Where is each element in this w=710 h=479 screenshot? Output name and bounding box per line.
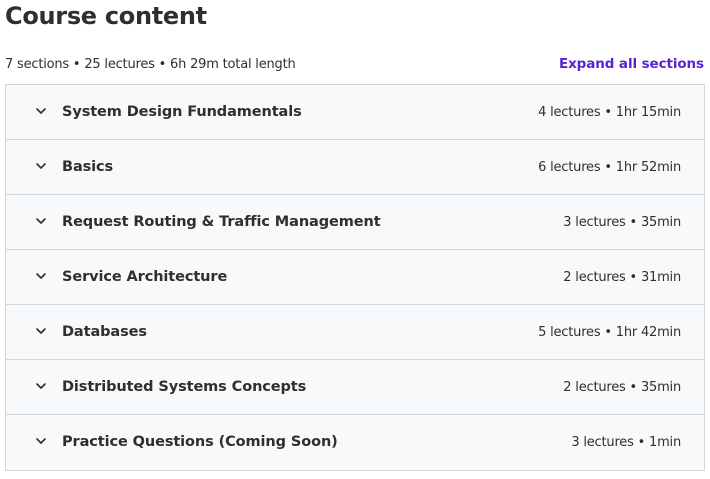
chevron-down-icon [35, 105, 47, 117]
section-title: Service Architecture [62, 269, 228, 285]
chevron-down-icon [35, 160, 47, 172]
chevron-down-icon [35, 435, 47, 447]
section-title: Distributed Systems Concepts [62, 379, 307, 395]
chevron-down-icon [35, 215, 47, 227]
section-meta: 3 lectures • 35min [563, 215, 681, 230]
section-system-design-fundamentals[interactable]: System Design Fundamentals 4 lectures • … [6, 85, 704, 140]
section-meta: 3 lectures • 1min [571, 435, 681, 450]
section-service-architecture[interactable]: Service Architecture 2 lectures • 31min [6, 250, 704, 305]
section-title: System Design Fundamentals [62, 104, 302, 120]
sections-accordion: System Design Fundamentals 4 lectures • … [5, 84, 705, 471]
section-distributed-systems[interactable]: Distributed Systems Concepts 2 lectures … [6, 360, 704, 415]
section-meta: 6 lectures • 1hr 52min [538, 160, 681, 175]
section-databases[interactable]: Databases 5 lectures • 1hr 42min [6, 305, 704, 360]
chevron-down-icon [35, 325, 47, 337]
section-meta: 2 lectures • 35min [563, 380, 681, 395]
section-request-routing[interactable]: Request Routing & Traffic Management 3 l… [6, 195, 704, 250]
chevron-down-icon [35, 380, 47, 392]
section-title: Databases [62, 324, 147, 340]
page-title: Course content [5, 2, 207, 30]
section-meta: 2 lectures • 31min [563, 270, 681, 285]
summary-row: 7 sections • 25 lectures • 6h 29m total … [5, 56, 705, 74]
section-title: Practice Questions (Coming Soon) [62, 434, 338, 450]
expand-all-sections-button[interactable]: Expand all sections [559, 55, 704, 73]
course-summary: 7 sections • 25 lectures • 6h 29m total … [5, 57, 296, 72]
section-basics[interactable]: Basics 6 lectures • 1hr 52min [6, 140, 704, 195]
section-title: Request Routing & Traffic Management [62, 214, 381, 230]
course-content-panel: Course content 7 sections • 25 lectures … [0, 0, 710, 479]
chevron-down-icon [35, 270, 47, 282]
section-title: Basics [62, 159, 114, 175]
section-practice-questions[interactable]: Practice Questions (Coming Soon) 3 lectu… [6, 415, 704, 470]
section-meta: 5 lectures • 1hr 42min [538, 325, 681, 340]
section-meta: 4 lectures • 1hr 15min [538, 105, 681, 120]
